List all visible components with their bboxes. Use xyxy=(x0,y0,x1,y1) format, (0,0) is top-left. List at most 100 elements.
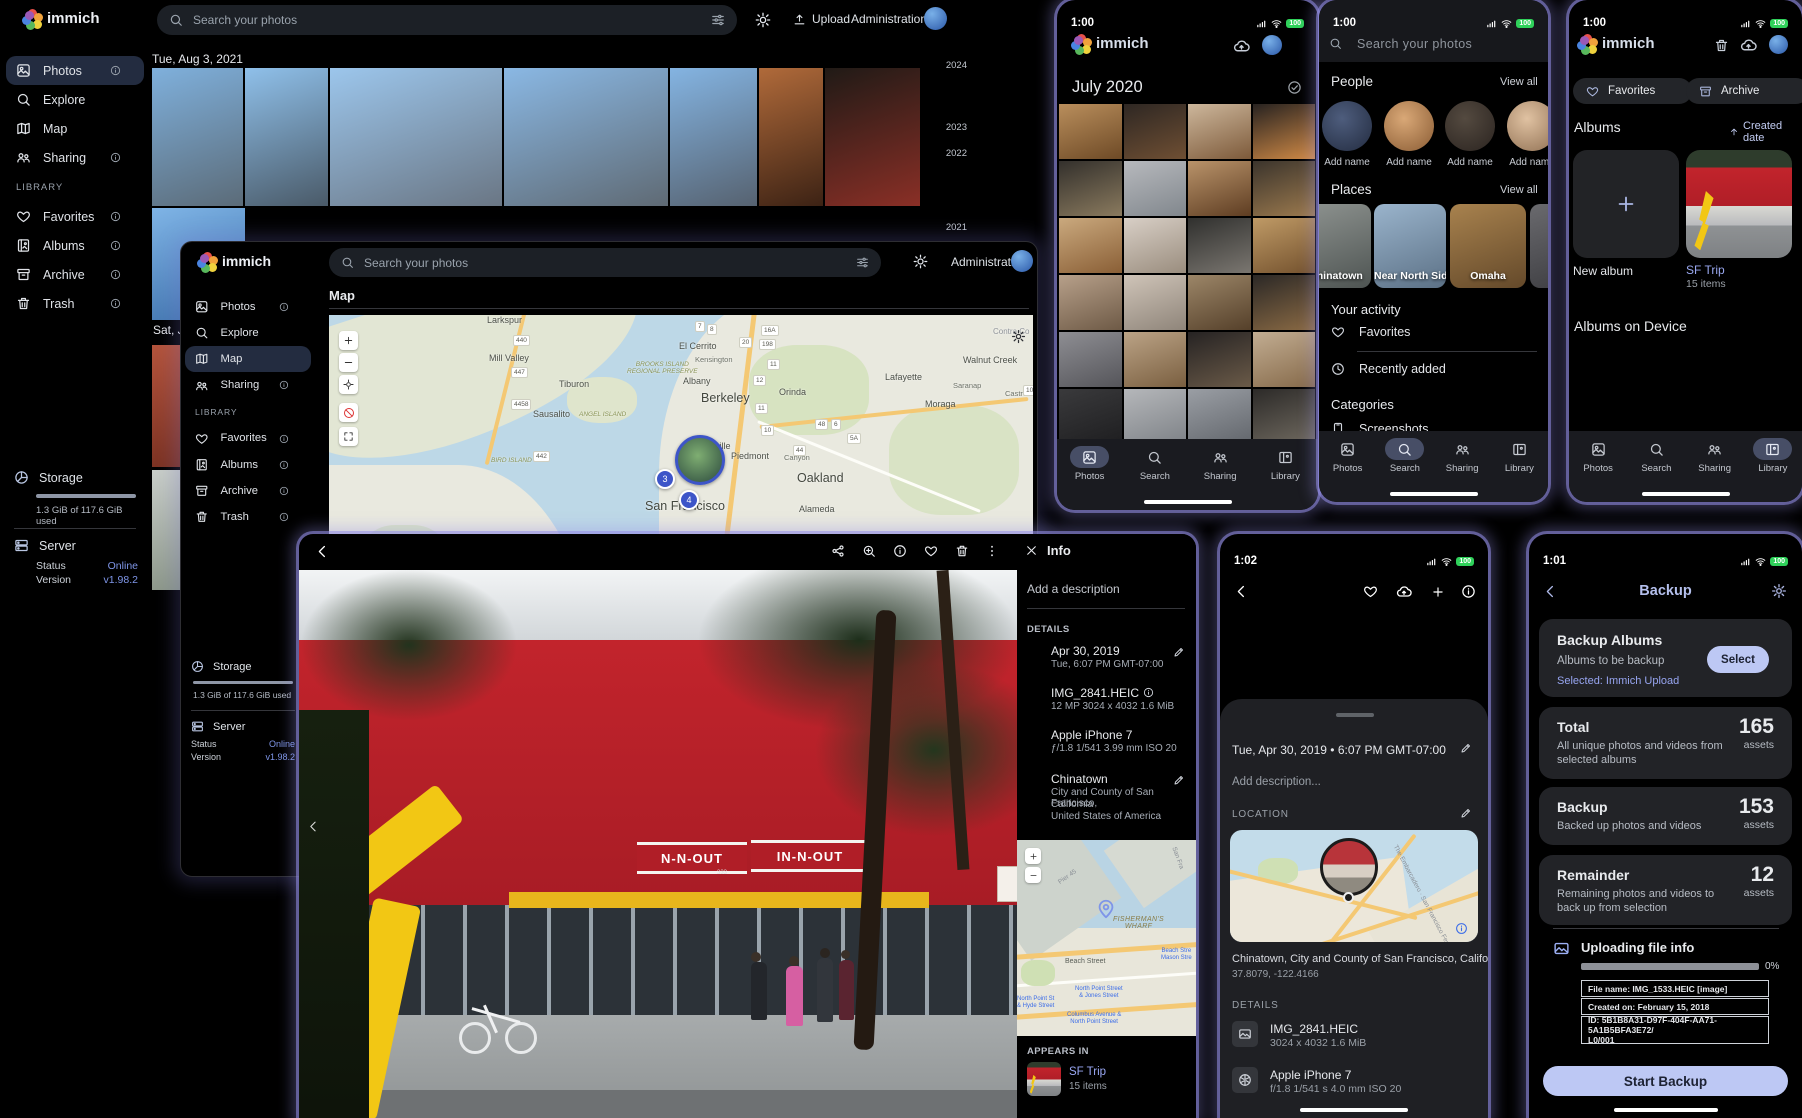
album-thumbnail[interactable] xyxy=(1027,1062,1061,1096)
info-icon[interactable] xyxy=(279,302,289,312)
album-name[interactable]: SF Trip xyxy=(1686,263,1725,277)
photo-tile[interactable] xyxy=(330,68,502,206)
place-card[interactable]: Omaha xyxy=(1450,204,1526,288)
sidebar-item-photos[interactable]: Photos xyxy=(185,294,311,320)
nav-item-photos[interactable]: Photos xyxy=(1569,438,1627,502)
nav-item-library[interactable]: Library xyxy=(1253,446,1318,510)
photo-tile[interactable] xyxy=(504,68,668,206)
sidebar-item-favorites[interactable]: Favorites xyxy=(185,425,311,451)
home-indicator[interactable] xyxy=(1614,1108,1718,1112)
favorites-button[interactable]: Favorites xyxy=(1573,78,1692,104)
filter-icon[interactable] xyxy=(711,13,725,27)
search-input[interactable]: Search your photos xyxy=(329,248,881,277)
person-face[interactable] xyxy=(1507,101,1548,151)
map-locate-button[interactable] xyxy=(339,375,358,394)
activity-item-recently-added[interactable]: Recently added xyxy=(1331,362,1446,376)
immich-logo[interactable]: immich xyxy=(22,9,100,27)
home-indicator[interactable] xyxy=(1300,1108,1408,1112)
avatar[interactable] xyxy=(1769,35,1788,54)
favorite-icon[interactable] xyxy=(1363,584,1378,599)
avatar[interactable] xyxy=(1262,35,1282,55)
map-clear-button[interactable] xyxy=(339,403,358,422)
archive-button[interactable]: Archive xyxy=(1686,78,1802,104)
info-icon[interactable] xyxy=(279,460,289,470)
person-face[interactable] xyxy=(1384,101,1434,151)
sidebar-item-albums[interactable]: Albums xyxy=(185,452,311,478)
theme-toggle-icon[interactable] xyxy=(755,12,771,28)
sidebar-item-sharing[interactable]: Sharing xyxy=(6,143,144,172)
drag-handle[interactable] xyxy=(1336,713,1374,717)
backup-cloud-icon[interactable] xyxy=(1233,38,1250,55)
location-map[interactable]: The Embarcadero · San Francisco Ferry B xyxy=(1230,830,1478,942)
photo-tile[interactable] xyxy=(1253,161,1316,216)
photo-tile[interactable] xyxy=(245,68,328,206)
settings-icon[interactable] xyxy=(1771,583,1787,599)
map-attribution-icon[interactable] xyxy=(1455,922,1468,935)
info-icon[interactable] xyxy=(893,544,907,558)
map-settings-icon[interactable] xyxy=(1011,329,1026,344)
favorite-icon[interactable] xyxy=(924,544,938,558)
home-indicator[interactable] xyxy=(1144,500,1232,504)
photo-tile[interactable] xyxy=(1059,161,1122,216)
photo-tile[interactable] xyxy=(1188,275,1251,330)
info-icon[interactable] xyxy=(279,380,289,390)
sidebar-item-favorites[interactable]: Favorites xyxy=(6,202,144,231)
info-icon[interactable] xyxy=(279,486,289,496)
previous-photo-icon[interactable] xyxy=(307,820,320,833)
location-map[interactable]: Pier 45San FraFISHERMAN'S WHARFBeach Str… xyxy=(1017,840,1196,1036)
photo-tile[interactable] xyxy=(1124,218,1187,273)
map-cluster-marker[interactable]: 4 xyxy=(679,490,699,510)
photo-tile[interactable] xyxy=(1188,161,1251,216)
activity-item-favorites[interactable]: Favorites xyxy=(1331,325,1410,339)
photo-tile[interactable] xyxy=(1124,275,1187,330)
photo-tile[interactable] xyxy=(825,68,920,206)
nav-item-library[interactable]: Library xyxy=(1491,438,1548,502)
upload-cloud-icon[interactable] xyxy=(1396,584,1412,600)
add-name-link[interactable]: Add name xyxy=(1319,157,1376,168)
photo-tile[interactable] xyxy=(152,68,243,206)
start-backup-button[interactable]: Start Backup xyxy=(1543,1066,1788,1096)
map-zoom-out-button[interactable] xyxy=(339,353,358,372)
immich-logo[interactable]: immich xyxy=(197,252,271,270)
theme-toggle-icon[interactable] xyxy=(913,254,928,269)
info-icon[interactable] xyxy=(110,152,121,163)
sort-button[interactable]: Created date xyxy=(1729,120,1802,144)
home-indicator[interactable] xyxy=(1390,492,1478,496)
sidebar-item-map[interactable]: Map xyxy=(185,346,311,372)
share-icon[interactable] xyxy=(831,544,845,558)
place-card[interactable]: Chinatown xyxy=(1319,204,1371,288)
photo-tile[interactable] xyxy=(1059,389,1122,444)
photo-tile[interactable] xyxy=(759,68,823,206)
sidebar-item-photos[interactable]: Photos xyxy=(6,56,144,85)
new-album-card[interactable] xyxy=(1573,150,1679,258)
info-icon[interactable] xyxy=(110,65,121,76)
description-input[interactable]: Add a description xyxy=(1027,582,1120,596)
info-icon[interactable] xyxy=(1461,584,1476,599)
more-options-icon[interactable] xyxy=(985,544,999,558)
nav-item-library[interactable]: Library xyxy=(1744,438,1802,502)
add-icon[interactable] xyxy=(1431,585,1445,599)
delete-icon[interactable] xyxy=(955,544,969,558)
scrubber-year[interactable]: 2021 xyxy=(946,222,967,233)
scrubber-year[interactable]: 2023 xyxy=(946,122,967,133)
back-icon[interactable] xyxy=(315,544,330,559)
info-icon[interactable] xyxy=(110,269,121,280)
photo-tile[interactable] xyxy=(1253,389,1316,444)
map-photo-marker[interactable] xyxy=(675,435,725,485)
administration-link[interactable]: Administration xyxy=(851,12,927,26)
edit-date-icon[interactable] xyxy=(1460,742,1472,754)
sidebar-item-albums[interactable]: Albums xyxy=(6,231,144,260)
photo-tile[interactable] xyxy=(1188,218,1251,273)
map-zoom-in-button[interactable] xyxy=(1025,848,1041,864)
nav-item-photos[interactable]: Photos xyxy=(1057,446,1122,510)
photo-tile[interactable] xyxy=(1124,389,1187,444)
photo-tile[interactable] xyxy=(1188,389,1251,444)
info-icon[interactable] xyxy=(279,512,289,522)
trash-icon[interactable] xyxy=(1714,38,1729,53)
album-card-sf-trip[interactable] xyxy=(1686,150,1792,258)
description-input[interactable]: Add description... xyxy=(1232,776,1321,788)
info-icon[interactable] xyxy=(110,211,121,222)
sidebar-item-explore[interactable]: Explore xyxy=(185,320,311,346)
nav-item-photos[interactable]: Photos xyxy=(1319,438,1376,502)
add-name-link[interactable]: Add name xyxy=(1441,157,1499,168)
